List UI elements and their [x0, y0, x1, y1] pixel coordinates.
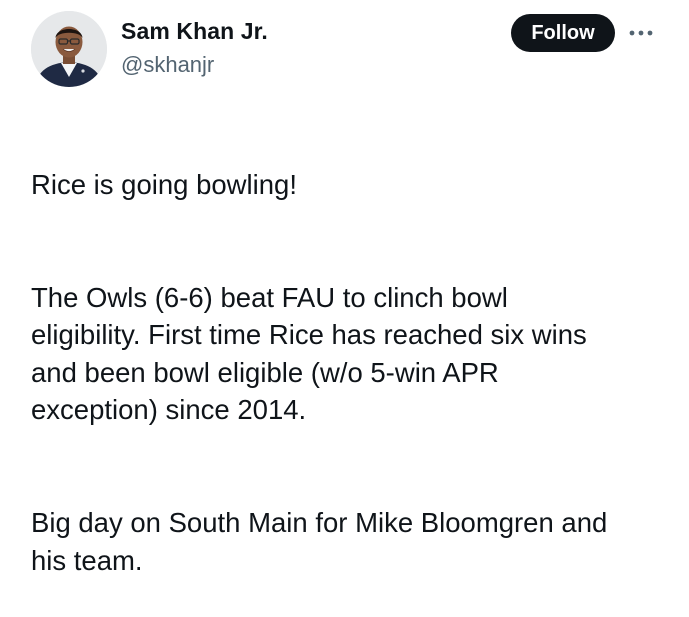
post-text: Rice is going bowling! The Owls (6-6) be… — [31, 128, 671, 617]
author-name[interactable]: Sam Khan Jr. — [121, 18, 268, 45]
author-handle[interactable]: @skhanjr — [121, 52, 214, 78]
more-options-button[interactable] — [626, 22, 656, 44]
more-horizontal-icon — [629, 30, 653, 36]
post-paragraph: Rice is going bowling! — [31, 168, 297, 200]
post-paragraph: The Owls (6-6) beat FAU to clinch bowl e… — [31, 281, 587, 426]
profile-photo-icon — [31, 11, 107, 87]
post-card: Sam Khan Jr. @skhanjr Follow Rice is goi… — [0, 0, 689, 576]
post-paragraph: Big day on South Main for Mike Bloomgren… — [31, 507, 608, 576]
author-avatar[interactable] — [31, 11, 107, 87]
follow-button[interactable]: Follow — [511, 14, 615, 52]
